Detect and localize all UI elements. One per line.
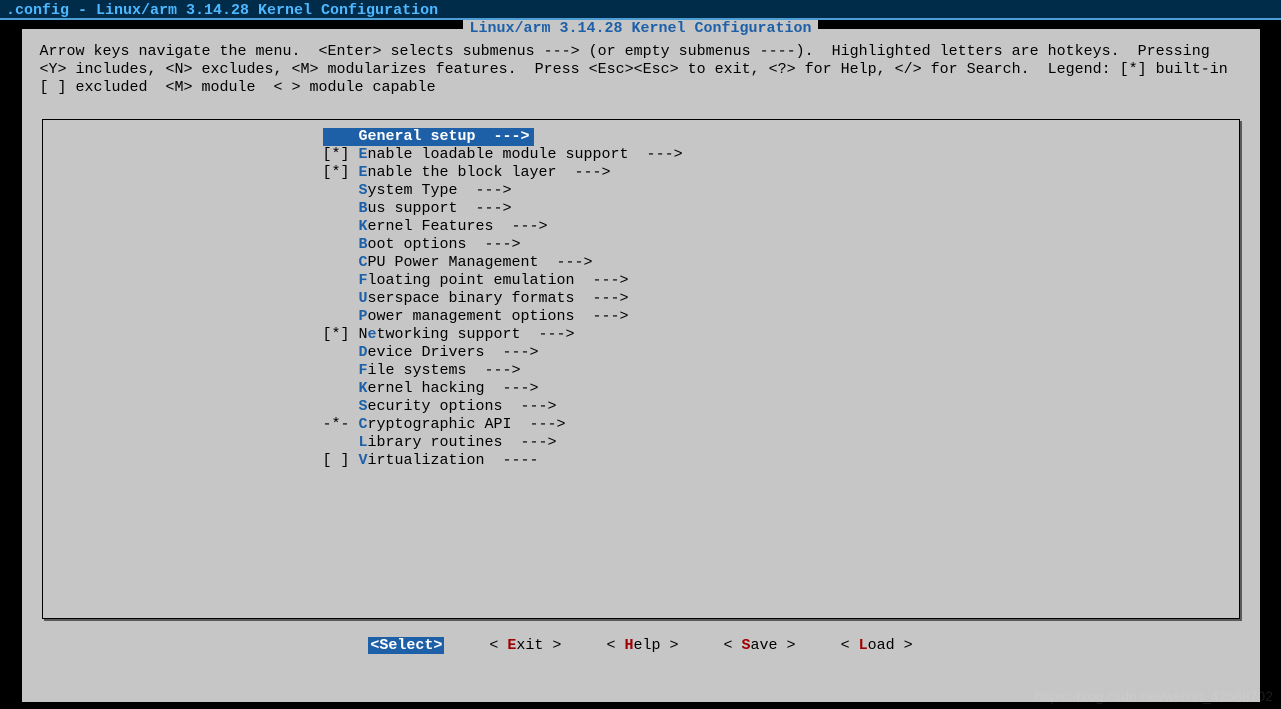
menu-item[interactable]: General setup --->: [43, 128, 1239, 146]
menu-item[interactable]: Library routines --->: [43, 434, 1239, 452]
menu-item[interactable]: [*] Networking support --->: [43, 326, 1239, 344]
menu-item[interactable]: [*] Enable loadable module support --->: [43, 146, 1239, 164]
menu-item[interactable]: -*- Cryptographic API --->: [43, 416, 1239, 434]
menu-item[interactable]: Device Drivers --->: [43, 344, 1239, 362]
menu-item[interactable]: Security options --->: [43, 398, 1239, 416]
menu-item[interactable]: Kernel Features --->: [43, 218, 1239, 236]
menu-item[interactable]: Boot options --->: [43, 236, 1239, 254]
menu-item[interactable]: CPU Power Management --->: [43, 254, 1239, 272]
watermark-text: https://blog.csdn.net/weixin_42588702: [1035, 687, 1273, 705]
menu-item[interactable]: [*] Enable the block layer --->: [43, 164, 1239, 182]
instructions-text: Arrow keys navigate the menu. <Enter> se…: [22, 37, 1260, 101]
screen-background: Linux/arm 3.14.28 Kernel Configuration A…: [0, 20, 1281, 709]
window-title: .config - Linux/arm 3.14.28 Kernel Confi…: [0, 0, 1281, 20]
save-button[interactable]: < Save >: [724, 637, 796, 655]
load-button[interactable]: < Load >: [841, 637, 913, 655]
button-bar: <Select> < Exit > < Help > < Save > < Lo…: [22, 637, 1260, 655]
menu-item[interactable]: File systems --->: [43, 362, 1239, 380]
dialog-title: Linux/arm 3.14.28 Kernel Configuration: [463, 20, 817, 38]
menu-item[interactable]: Floating point emulation --->: [43, 272, 1239, 290]
menu-item[interactable]: [ ] Virtualization ----: [43, 452, 1239, 470]
menu-list[interactable]: General setup --->[*] Enable loadable mo…: [42, 119, 1240, 619]
menu-item[interactable]: Bus support --->: [43, 200, 1239, 218]
menu-item[interactable]: System Type --->: [43, 182, 1239, 200]
exit-button[interactable]: < Exit >: [489, 637, 561, 655]
menu-item[interactable]: Power management options --->: [43, 308, 1239, 326]
menuconfig-dialog: Linux/arm 3.14.28 Kernel Configuration A…: [21, 28, 1261, 703]
help-button[interactable]: < Help >: [606, 637, 678, 655]
menu-item[interactable]: Userspace binary formats --->: [43, 290, 1239, 308]
select-button[interactable]: <Select>: [368, 637, 444, 655]
menu-item[interactable]: Kernel hacking --->: [43, 380, 1239, 398]
